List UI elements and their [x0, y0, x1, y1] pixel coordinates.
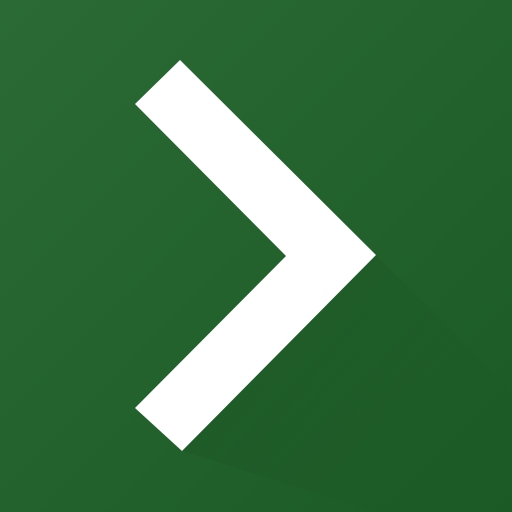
app-icon	[0, 0, 512, 512]
app-icon-artwork	[0, 0, 512, 512]
